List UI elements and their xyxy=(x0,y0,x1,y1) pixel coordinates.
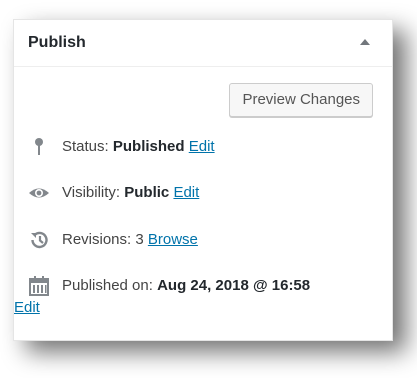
published-edit-link[interactable]: Edit xyxy=(14,299,40,316)
eye-icon xyxy=(28,183,50,203)
published-edit-line: Edit xyxy=(14,298,368,318)
status-label: Status: xyxy=(62,138,109,155)
visibility-edit-link[interactable]: Edit xyxy=(173,184,199,201)
calendar-icon xyxy=(28,276,50,296)
collapse-toggle-icon[interactable] xyxy=(360,39,370,45)
published-value: Aug 24, 2018 @ 16:58 xyxy=(157,277,311,294)
visibility-value: Public xyxy=(124,184,170,201)
panel-header: Publish xyxy=(14,20,392,67)
published-row: Published on: Aug 24, 2018 @ 16:58 Edit xyxy=(14,276,368,318)
preview-changes-button[interactable]: Preview Changes xyxy=(229,83,373,117)
revisions-label: Revisions: 3 xyxy=(62,231,144,248)
publish-panel: Publish Preview Changes Status: Publishe… xyxy=(13,19,393,341)
published-label: Published on: xyxy=(62,277,153,294)
revisions-row: Revisions: 3 Browse xyxy=(28,230,198,250)
panel-title: Publish xyxy=(28,34,86,51)
status-edit-link[interactable]: Edit xyxy=(189,138,215,155)
status-value: Published xyxy=(112,138,185,155)
pin-icon xyxy=(28,137,50,157)
history-icon xyxy=(28,230,50,250)
visibility-label: Visibility: xyxy=(62,184,121,201)
status-row: Status: Published Edit xyxy=(28,137,215,157)
visibility-row: Visibility: Public Edit xyxy=(28,183,199,203)
revisions-browse-link[interactable]: Browse xyxy=(148,231,198,248)
